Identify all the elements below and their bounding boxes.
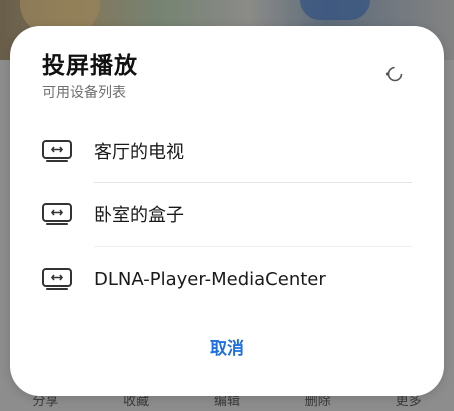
cast-dialog: 投屏播放 可用设备列表 客厅的电视 卧室的盒子 DLNA-Player-Medi…	[10, 26, 444, 396]
cast-device-icon	[42, 140, 72, 162]
device-item-living-room-tv[interactable]: 客厅的电视	[42, 126, 422, 176]
cancel-button[interactable]: 取消	[10, 334, 444, 359]
divider	[94, 182, 412, 183]
dialog-title: 投屏播放	[42, 53, 138, 79]
device-label: 卧室的盒子	[94, 205, 184, 226]
divider	[94, 246, 412, 247]
loading-spinner-icon	[385, 66, 403, 82]
dialog-subtitle: 可用设备列表	[42, 85, 126, 101]
device-label: DLNA-Player-MediaCenter	[94, 268, 326, 290]
device-item-dlna-player[interactable]: DLNA-Player-MediaCenter	[42, 254, 422, 304]
cast-device-icon	[42, 268, 72, 290]
photo-region	[300, 0, 370, 20]
cast-device-icon	[42, 203, 72, 225]
device-item-bedroom-box[interactable]: 卧室的盒子	[42, 189, 422, 239]
device-label: 客厅的电视	[94, 142, 184, 163]
